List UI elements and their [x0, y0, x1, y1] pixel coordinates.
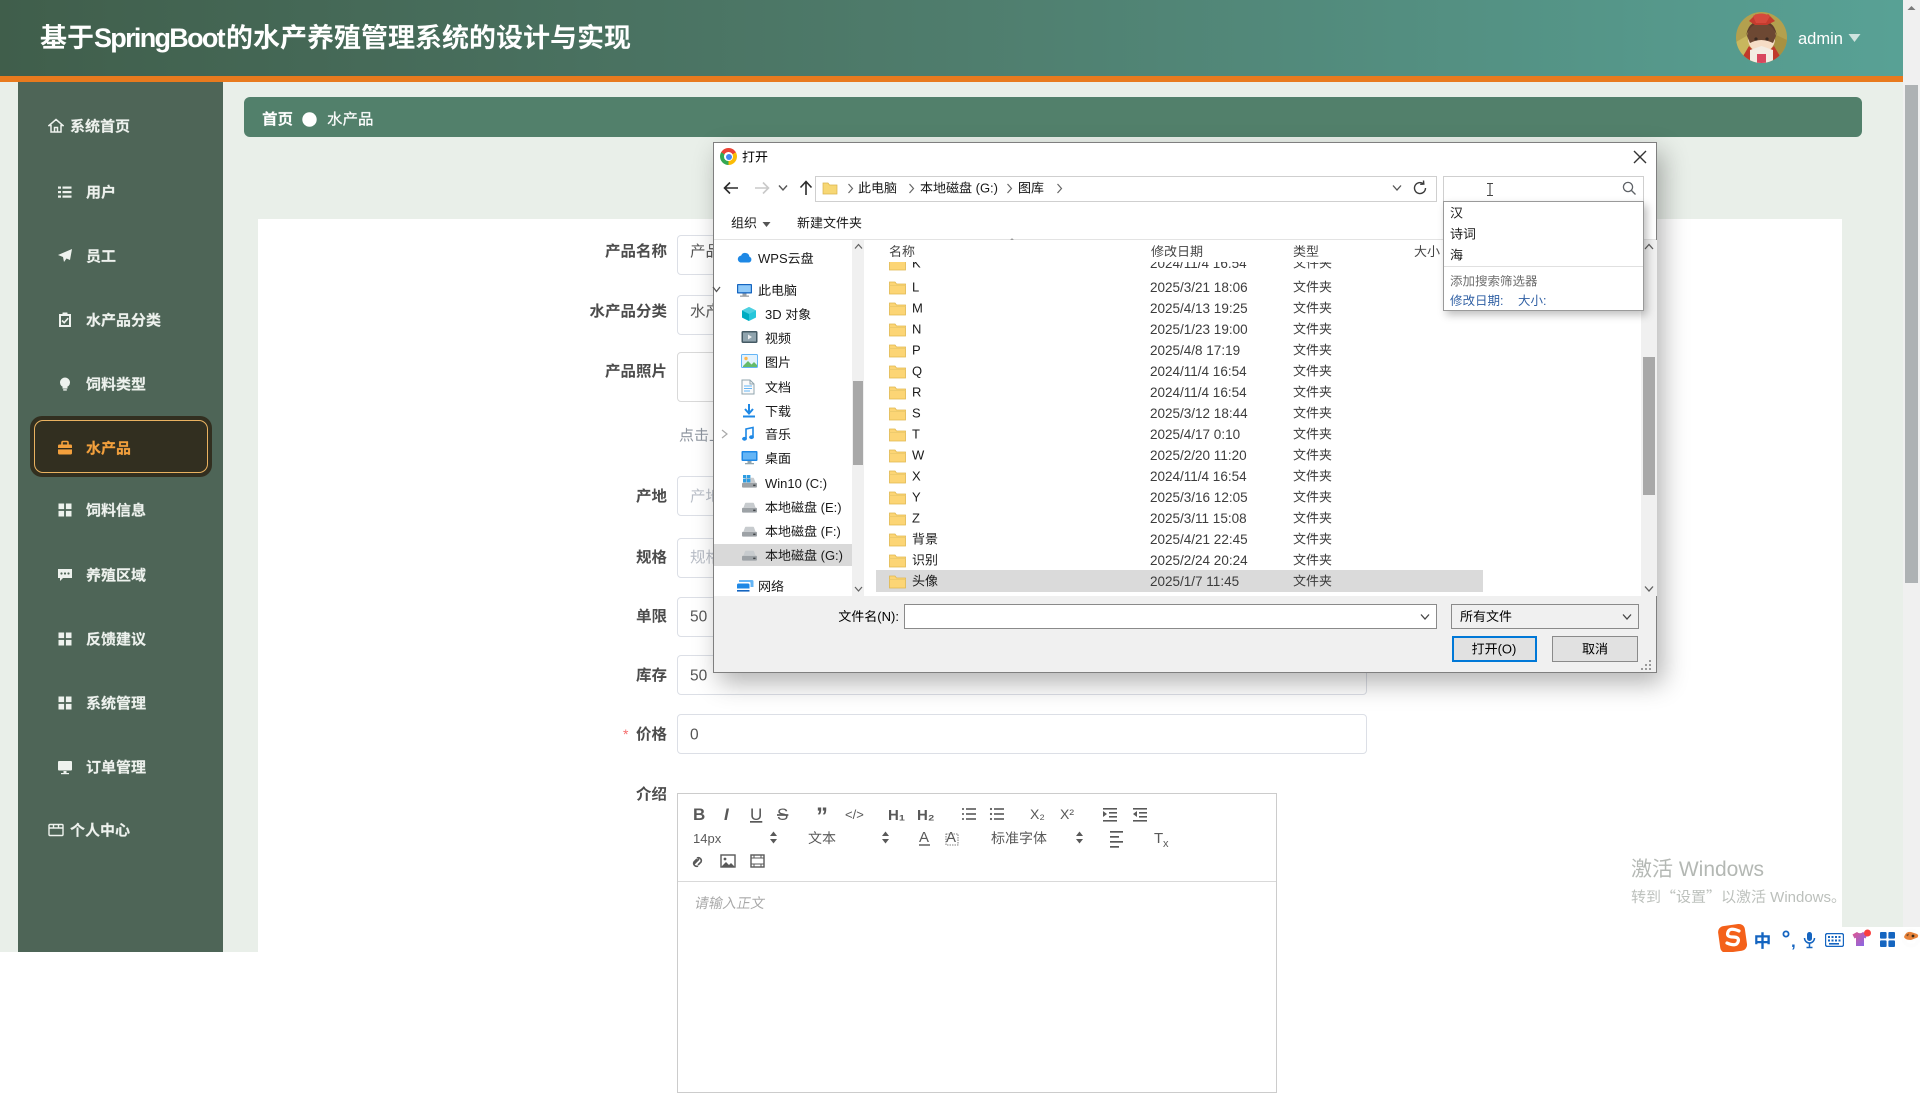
svg-text:,: ,: [1791, 932, 1796, 951]
